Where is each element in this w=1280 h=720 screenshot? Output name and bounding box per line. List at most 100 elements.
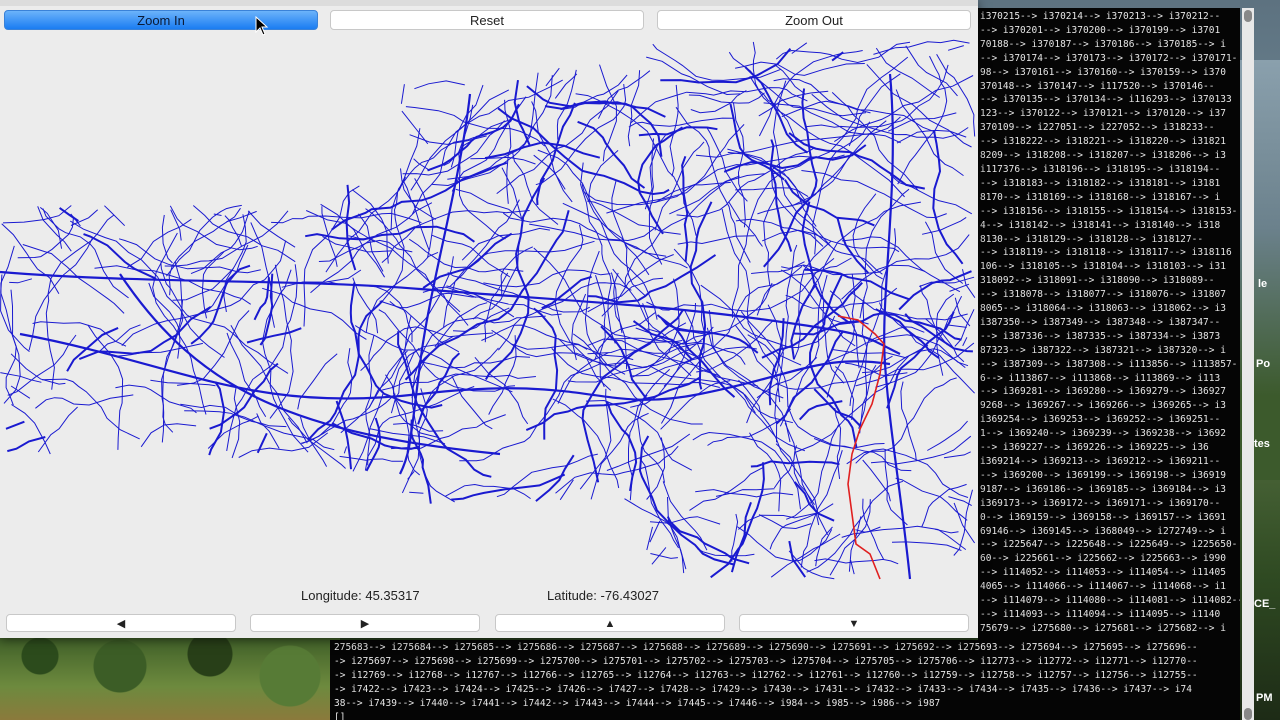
road-segment bbox=[5, 420, 25, 430]
road-segment bbox=[650, 553, 678, 559]
road-segment bbox=[831, 92, 919, 191]
road-segment bbox=[735, 61, 865, 76]
road-segment bbox=[331, 161, 508, 231]
terminal-line: --> i114093--> i114094--> i114095--> i11… bbox=[980, 608, 1221, 620]
road-segment bbox=[451, 473, 566, 501]
terminal-line: 8065--> i318064--> i318063--> i318062-->… bbox=[980, 303, 1226, 315]
pan-down-button[interactable]: ▼ bbox=[739, 614, 969, 632]
window-titlebar[interactable] bbox=[0, 0, 978, 6]
terminal-scroll-thumb[interactable] bbox=[1244, 10, 1252, 22]
terminal-scroll-thumb[interactable] bbox=[1244, 708, 1252, 720]
road-segment bbox=[606, 124, 745, 214]
road-segment bbox=[660, 380, 731, 430]
road-segment bbox=[873, 39, 970, 55]
road-segment bbox=[385, 374, 421, 476]
road-segment bbox=[161, 214, 173, 264]
terminal-line: 98--> i370161--> i370160--> i370159--> i… bbox=[980, 66, 1226, 78]
road-segment bbox=[953, 489, 973, 556]
road-segment bbox=[555, 445, 679, 494]
highway bbox=[119, 273, 501, 456]
terminal-line: 38--> i7439--> i7440--> i7441--> i7442--… bbox=[334, 697, 941, 709]
road-segment bbox=[393, 422, 444, 432]
desktop-label: tes bbox=[1254, 438, 1270, 450]
terminal-line: -> i7422--> i7423--> i7424--> i7425--> i… bbox=[334, 683, 1192, 695]
road-segment bbox=[231, 386, 241, 459]
road-segment bbox=[94, 265, 251, 305]
terminal-line: 8209--> i318208--> i318207--> i318206-->… bbox=[980, 150, 1226, 162]
road-segment bbox=[164, 210, 289, 267]
road-segment bbox=[947, 45, 964, 51]
road-segment bbox=[115, 384, 197, 414]
road-segment bbox=[118, 238, 261, 274]
road-segment bbox=[721, 208, 781, 403]
road-segment bbox=[639, 458, 680, 549]
road-segment bbox=[862, 459, 891, 502]
road-segment bbox=[751, 261, 805, 274]
road-segment bbox=[360, 326, 494, 371]
road-segment bbox=[595, 275, 606, 388]
road-segment bbox=[646, 56, 741, 96]
road-segment bbox=[660, 47, 792, 84]
terminal-line: i387350--> i387349--> i387348--> i387347… bbox=[980, 316, 1221, 328]
terminal-line: 69146--> i369145--> i368049--> i272749--… bbox=[980, 525, 1226, 537]
road-map-canvas[interactable] bbox=[0, 34, 978, 584]
road-segment bbox=[256, 432, 268, 454]
road-segment bbox=[226, 210, 257, 223]
road-segment bbox=[758, 514, 812, 530]
terminal-line: 9187--> i369186--> i369185--> i369184-->… bbox=[980, 483, 1226, 495]
road-segment bbox=[689, 466, 764, 511]
road-segment bbox=[962, 337, 968, 347]
road-segment bbox=[484, 141, 601, 160]
road-segment bbox=[638, 435, 734, 566]
road-segment bbox=[750, 460, 840, 468]
road-segment bbox=[400, 84, 405, 104]
terminal-line: --> i387309--> i387308--> i113856--> i11… bbox=[980, 358, 1238, 370]
pan-up-button[interactable]: ▲ bbox=[495, 614, 725, 632]
road-segment bbox=[0, 245, 17, 406]
road-segment bbox=[891, 541, 962, 551]
terminal-line: --> i318119--> i318118--> i318117--> i31… bbox=[980, 247, 1232, 259]
road-segment bbox=[37, 406, 78, 453]
terminal-line: 318092--> i318091--> i318090--> i318089-… bbox=[980, 275, 1215, 287]
road-segment bbox=[651, 547, 667, 565]
road-segment bbox=[946, 324, 967, 328]
road-segment bbox=[814, 558, 899, 565]
road-segment bbox=[800, 450, 843, 568]
road-segment bbox=[300, 416, 328, 467]
road-segment bbox=[0, 274, 30, 352]
road-segment bbox=[389, 301, 460, 353]
terminal-line: 87323--> i387322--> i387321--> i387320--… bbox=[980, 344, 1226, 356]
desktop-forest bbox=[0, 636, 340, 720]
desktop-label: le bbox=[1258, 278, 1268, 290]
road-segment bbox=[707, 408, 792, 446]
road-segment bbox=[246, 327, 302, 344]
terminal-line: --> i370135--> i370134--> i116293--> i37… bbox=[980, 94, 1232, 106]
terminal-line: -> i275697--> i275698--> i275699--> i275… bbox=[334, 655, 1198, 667]
terminal-line: i369254--> i369253--> i369252--> i369251… bbox=[980, 414, 1221, 426]
terminal-line: 4065--> i114066--> i114067--> i114068-->… bbox=[980, 581, 1226, 593]
road-segment bbox=[238, 432, 329, 458]
road-segment bbox=[99, 324, 141, 352]
road-segment bbox=[695, 489, 794, 498]
terminal-line: 8130--> i318129--> i318128--> i318127-- bbox=[980, 233, 1204, 245]
zoom-in-button[interactable]: Zoom In bbox=[4, 10, 318, 30]
road-segment bbox=[537, 149, 650, 276]
zoom-out-button[interactable]: Zoom Out bbox=[657, 10, 971, 30]
road-segment bbox=[531, 101, 573, 203]
road-segment bbox=[351, 189, 389, 264]
road-segment bbox=[307, 300, 384, 441]
pan-right-button[interactable]: ▶ bbox=[250, 614, 480, 632]
road-segment bbox=[83, 233, 157, 280]
pan-left-button[interactable]: ◀ bbox=[6, 614, 236, 632]
road-segment bbox=[559, 479, 574, 501]
road-segment bbox=[927, 420, 968, 451]
road-segment bbox=[503, 212, 656, 242]
terminal-line: 60--> i225661--> i225662--> i225663--> i… bbox=[980, 553, 1226, 565]
road-segment bbox=[677, 235, 755, 245]
reset-button[interactable]: Reset bbox=[330, 10, 644, 30]
road-segment bbox=[256, 413, 280, 449]
road-segment bbox=[45, 214, 115, 390]
road-segment bbox=[646, 258, 835, 312]
terminal-line: 370148--> i370147--> i117520--> i370146-… bbox=[980, 80, 1215, 92]
terminal-scrollbar[interactable] bbox=[1242, 8, 1254, 720]
